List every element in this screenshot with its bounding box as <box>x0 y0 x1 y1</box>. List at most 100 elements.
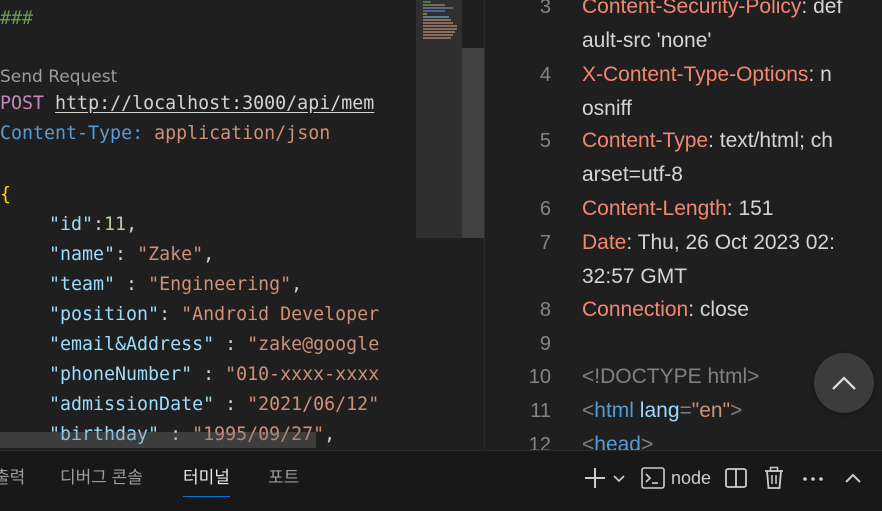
request-line: POST http://localhost:3000/api/mem <box>0 89 374 119</box>
active-tab-indicator <box>183 496 230 497</box>
json-separator: : <box>115 244 138 265</box>
tab-terminal[interactable]: 터미널 <box>183 451 230 511</box>
line-number: 4 <box>539 64 551 86</box>
line-number: 11 <box>530 400 551 422</box>
line-number: 12 <box>528 434 551 450</box>
json-line: "name": "Zake", <box>0 240 214 270</box>
minimap[interactable] <box>416 0 462 450</box>
json-comma: , <box>126 214 138 235</box>
more-icon <box>803 477 823 481</box>
response-header-value: : def <box>801 0 843 18</box>
response-header-value: : text/html; ch <box>708 129 833 152</box>
add-terminal-button[interactable] <box>583 463 607 493</box>
scroll-to-top-button[interactable] <box>814 353 874 413</box>
terminal-profile-dropdown[interactable] <box>611 463 627 493</box>
response-header-value-wrap: 32:57 GMT <box>582 265 688 288</box>
json-comma: , <box>203 244 215 265</box>
add-terminal-icon <box>585 468 605 488</box>
tag-name: head <box>594 433 641 450</box>
split-terminal-button[interactable] <box>724 463 748 493</box>
response-header-value: : n <box>808 63 832 86</box>
json-key: "id" <box>49 214 94 235</box>
tag-name: html <box>594 399 634 422</box>
editor-scroll-thumb[interactable] <box>462 48 484 238</box>
request-separator: ### <box>0 8 34 29</box>
json-value: "2021/06/12" <box>247 394 380 415</box>
json-comma: , <box>324 424 336 445</box>
json-line: "position": "Android Developer <box>0 300 379 330</box>
tab-label: 터미널 <box>183 468 230 487</box>
tab-ports[interactable]: 포트 <box>268 451 299 511</box>
json-open-brace: { <box>0 184 12 205</box>
json-value: "Android Developer <box>181 304 380 325</box>
tab-label: 디버그 콘솔 <box>60 468 143 487</box>
response-header-value: : close <box>688 298 749 321</box>
terminal-icon <box>641 467 665 489</box>
json-value: "zake@google <box>247 334 380 355</box>
request-url[interactable]: http://localhost:3000/api/mem <box>55 93 374 114</box>
json-comma: , <box>291 274 303 295</box>
json-separator: : <box>93 214 105 235</box>
terminal-name[interactable]: node <box>671 463 711 493</box>
line-number: 5 <box>539 130 551 152</box>
maximize-panel-button[interactable] <box>841 463 865 493</box>
attr-name: lang <box>639 399 680 422</box>
json-key: "email&Address" <box>49 334 215 355</box>
header-text: Connection: close <box>582 293 872 327</box>
tab-output[interactable]: 출력 <box>0 451 25 511</box>
response-header-value: : Thu, 26 Oct 2023 02: <box>626 231 835 254</box>
json-line: "phoneNumber" : "010-xxxx-xxxx <box>0 360 379 390</box>
json-value: "Zake" <box>137 244 204 265</box>
header-name: Content-Type: <box>0 123 144 144</box>
horizontal-scrollbar[interactable] <box>0 432 316 448</box>
json-separator: : <box>214 334 248 355</box>
line-number: 10 <box>528 366 551 388</box>
header-value: application/json <box>154 123 331 144</box>
json-key: "admissionDate" <box>49 394 215 415</box>
send-request-codelens[interactable]: Send Request <box>0 64 117 90</box>
json-separator: : <box>159 304 182 325</box>
http-request-editor[interactable]: ### Send Request POST http://localhost:3… <box>0 0 416 450</box>
tag-open-bracket: < <box>582 399 595 422</box>
json-key: "name" <box>49 244 116 265</box>
tag-close-bracket: > <box>640 433 654 450</box>
kill-terminal-button[interactable] <box>762 463 786 493</box>
chevron-up-icon <box>832 376 856 390</box>
minimap-lines <box>423 1 457 40</box>
header-text: X-Content-Type-Options: n osniff <box>582 58 872 126</box>
header-text: Content-Security-Policy: def ault-src 'no… <box>582 0 872 58</box>
chevron-down-icon <box>613 475 625 483</box>
head-tag-line: <head> <box>582 428 872 450</box>
line-number: 6 <box>539 198 551 220</box>
json-separator: : <box>192 364 226 385</box>
line-number: 8 <box>539 299 551 321</box>
more-actions-button[interactable] <box>801 463 825 493</box>
attr-equals: = <box>679 399 692 422</box>
response-header-value-wrap: ault-src 'none' <box>582 29 712 52</box>
panel-tab-bar: 출력 디버그 콘솔 터미널 포트 node <box>0 450 882 511</box>
json-line: "team" : "Engineering", <box>0 270 302 300</box>
tab-label: 출력 <box>0 468 26 487</box>
json-separator: : <box>115 274 149 295</box>
response-header-name: Connection <box>582 298 689 321</box>
response-header-name: Content-Type <box>582 129 709 152</box>
json-line: "id":11, <box>0 210 137 240</box>
json-line: "email&Address" : "zake@google <box>0 330 379 360</box>
header-line: Content-Type: application/json <box>0 119 330 149</box>
header-text: Content-Length: 151 <box>582 192 872 226</box>
chevron-up-icon <box>845 473 861 483</box>
tag-close-bracket: > <box>730 399 743 422</box>
tab-debug-console[interactable]: 디버그 콘솔 <box>60 451 143 511</box>
json-key: "position" <box>49 304 160 325</box>
response-header-value-wrap: arset=utf-8 <box>582 163 683 186</box>
terminal-selector[interactable] <box>640 463 666 493</box>
editor-vertical-scrollbar[interactable] <box>462 0 485 450</box>
response-header-name: X-Content-Type-Options <box>582 63 809 86</box>
attr-value: "en" <box>691 399 731 422</box>
request-method: POST <box>0 93 45 114</box>
json-value: "Engineering" <box>148 274 292 295</box>
json-line: "admissionDate" : "2021/06/12" <box>0 390 379 420</box>
tag-open-bracket: < <box>582 433 595 450</box>
response-header-name: Content-Security-Policy <box>582 0 802 18</box>
json-value: 11 <box>104 214 127 235</box>
